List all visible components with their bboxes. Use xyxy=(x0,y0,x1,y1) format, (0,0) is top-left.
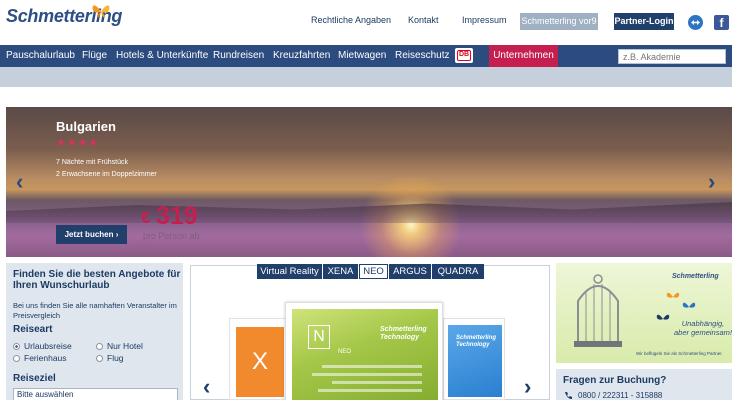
nav-mietwagen[interactable]: Mietwagen xyxy=(338,45,386,67)
destination-label: Reiseziel xyxy=(13,373,56,384)
nav-kreuzfahrten[interactable]: Kreuzfahrten xyxy=(273,45,330,67)
top-bar: Schmetterling Rechtliche Angaben Kontakt… xyxy=(0,0,732,42)
nav-unternehmen[interactable]: Unternehmen xyxy=(489,45,558,67)
nav-rundreisen[interactable]: Rundreisen xyxy=(213,45,264,67)
radio-label: Flug xyxy=(107,353,124,363)
phone-icon xyxy=(565,392,572,399)
tab-neo[interactable]: NEO xyxy=(359,264,388,279)
radio-checked-icon xyxy=(13,343,20,350)
facebook-icon[interactable]: f xyxy=(714,15,729,30)
hero-rating-stars: ★★★★ xyxy=(56,137,100,149)
neo-logo-icon: N xyxy=(308,325,330,349)
radio-urlaubsreise[interactable]: Urlaubsreise xyxy=(13,341,72,351)
hero-title: Bulgarien xyxy=(56,119,116,134)
booking-questions-title: Fragen zur Buchung? xyxy=(563,375,667,386)
hero-next-arrow-icon[interactable]: › xyxy=(708,169,715,195)
neo-card-name: NEO xyxy=(338,349,352,355)
radio-label: Ferienhaus xyxy=(24,353,67,363)
xena-card-letter: X xyxy=(236,327,284,397)
radio-unchecked-icon xyxy=(13,355,20,362)
nav-hotels[interactable]: Hotels & Unterkünfte xyxy=(116,45,208,67)
butterfly-icon xyxy=(656,314,670,320)
offer-search-title: Finden Sie die besten Angebote für Ihren… xyxy=(13,269,181,291)
offer-search-panel: Finden Sie die besten Angebote für Ihren… xyxy=(6,263,183,400)
tab-xena[interactable]: XENA xyxy=(323,264,358,279)
nav-reiseschutz[interactable]: Reiseschutz xyxy=(395,45,449,67)
radio-ferienhaus[interactable]: Ferienhaus xyxy=(13,353,67,363)
tab-argus[interactable]: ARGUS xyxy=(389,264,431,279)
partner-ad-banner[interactable]: Schmetterling Unabhängig, aber gemeinsam… xyxy=(556,263,732,363)
radio-unchecked-icon xyxy=(96,343,103,350)
radio-unchecked-icon xyxy=(96,355,103,362)
booking-phone[interactable]: 0800 / 222311 - 315888 xyxy=(578,391,662,400)
db-logo-icon[interactable]: DB xyxy=(455,48,473,63)
radio-label: Nur Hotel xyxy=(107,341,143,351)
decor-bar xyxy=(318,389,422,392)
partner-login-button[interactable]: Partner-Login xyxy=(614,13,674,30)
product-card-neo[interactable]: N NEO Schmetterling Technology xyxy=(285,302,443,400)
product-card-argus[interactable]: Schmetterling Technology xyxy=(443,318,505,400)
main-nav: Pauschalurlaub Flüge Hotels & Unterkünft… xyxy=(0,45,732,67)
argus-card-brand: Schmetterling Technology xyxy=(456,335,497,348)
hero-line-1: 7 Nächte mit Frühstück xyxy=(56,159,128,166)
link-contact[interactable]: Kontakt xyxy=(408,15,439,25)
argus-card-image: Schmetterling Technology xyxy=(448,325,502,397)
butterfly-icon xyxy=(682,302,696,308)
tab-quadra[interactable]: QUADRA xyxy=(432,264,484,279)
gray-strip xyxy=(0,67,732,87)
neo-card-image: N NEO Schmetterling Technology xyxy=(292,309,438,400)
butterfly-icon xyxy=(666,292,680,298)
radio-nur-hotel[interactable]: Nur Hotel xyxy=(96,341,143,351)
butterfly-logo-icon xyxy=(92,5,110,18)
booking-questions-panel: Fragen zur Buchung? 0800 / 222311 - 3158… xyxy=(556,369,732,400)
decor-bar xyxy=(332,381,422,384)
decor-bar xyxy=(312,373,422,376)
product-card-xena[interactable]: X xyxy=(229,318,291,400)
teamviewer-icon[interactable] xyxy=(688,15,703,30)
hero-prev-arrow-icon[interactable]: ‹ xyxy=(16,169,23,195)
hero-price-currency: € xyxy=(141,208,151,227)
radio-flug[interactable]: Flug xyxy=(96,353,124,363)
decor-bar xyxy=(322,365,422,368)
travel-type-label: Reiseart xyxy=(13,324,53,335)
book-now-button[interactable]: Jetzt buchen › xyxy=(56,225,127,244)
radio-label: Urlaubsreise xyxy=(24,341,72,351)
tab-virtual-reality[interactable]: Virtual Reality xyxy=(257,264,322,279)
hero-price-note: pro Person ab xyxy=(143,231,200,241)
offer-search-subtitle: Bei uns finden Sie alle namhaften Verans… xyxy=(13,301,177,320)
link-legal[interactable]: Rechtliche Angaben xyxy=(311,15,391,25)
neo-card-brand: Schmetterling Technology xyxy=(380,326,427,341)
birdcage-icon xyxy=(574,274,622,347)
nav-pauschalurlaub[interactable]: Pauschalurlaub xyxy=(6,45,75,67)
hero-line-2: 2 Erwachsene im Doppelzimmer xyxy=(56,171,157,178)
destination-select[interactable]: Bitte auswählen xyxy=(13,388,178,400)
ad-brand: Schmetterling xyxy=(672,273,719,280)
hero-banner[interactable]: Bulgarien ★★★★ 7 Nächte mit Frühstück 2 … xyxy=(6,107,732,257)
link-imprint[interactable]: Impressum xyxy=(462,15,507,25)
ad-tagline: Unabhängig, aber gemeinsam! xyxy=(674,319,732,337)
search-input[interactable] xyxy=(618,49,726,64)
hero-price: 319 xyxy=(156,202,198,230)
products-prev-arrow-icon[interactable]: ‹ xyxy=(203,374,210,400)
products-next-arrow-icon[interactable]: › xyxy=(524,374,531,400)
schmetterling-vor9-button[interactable]: Schmetterling vor9 xyxy=(520,13,598,30)
nav-fluege[interactable]: Flüge xyxy=(82,45,107,67)
db-label: DB xyxy=(457,50,471,61)
ad-small-print: Wir beflügeln Sie als Schmetterling Part… xyxy=(636,351,723,356)
